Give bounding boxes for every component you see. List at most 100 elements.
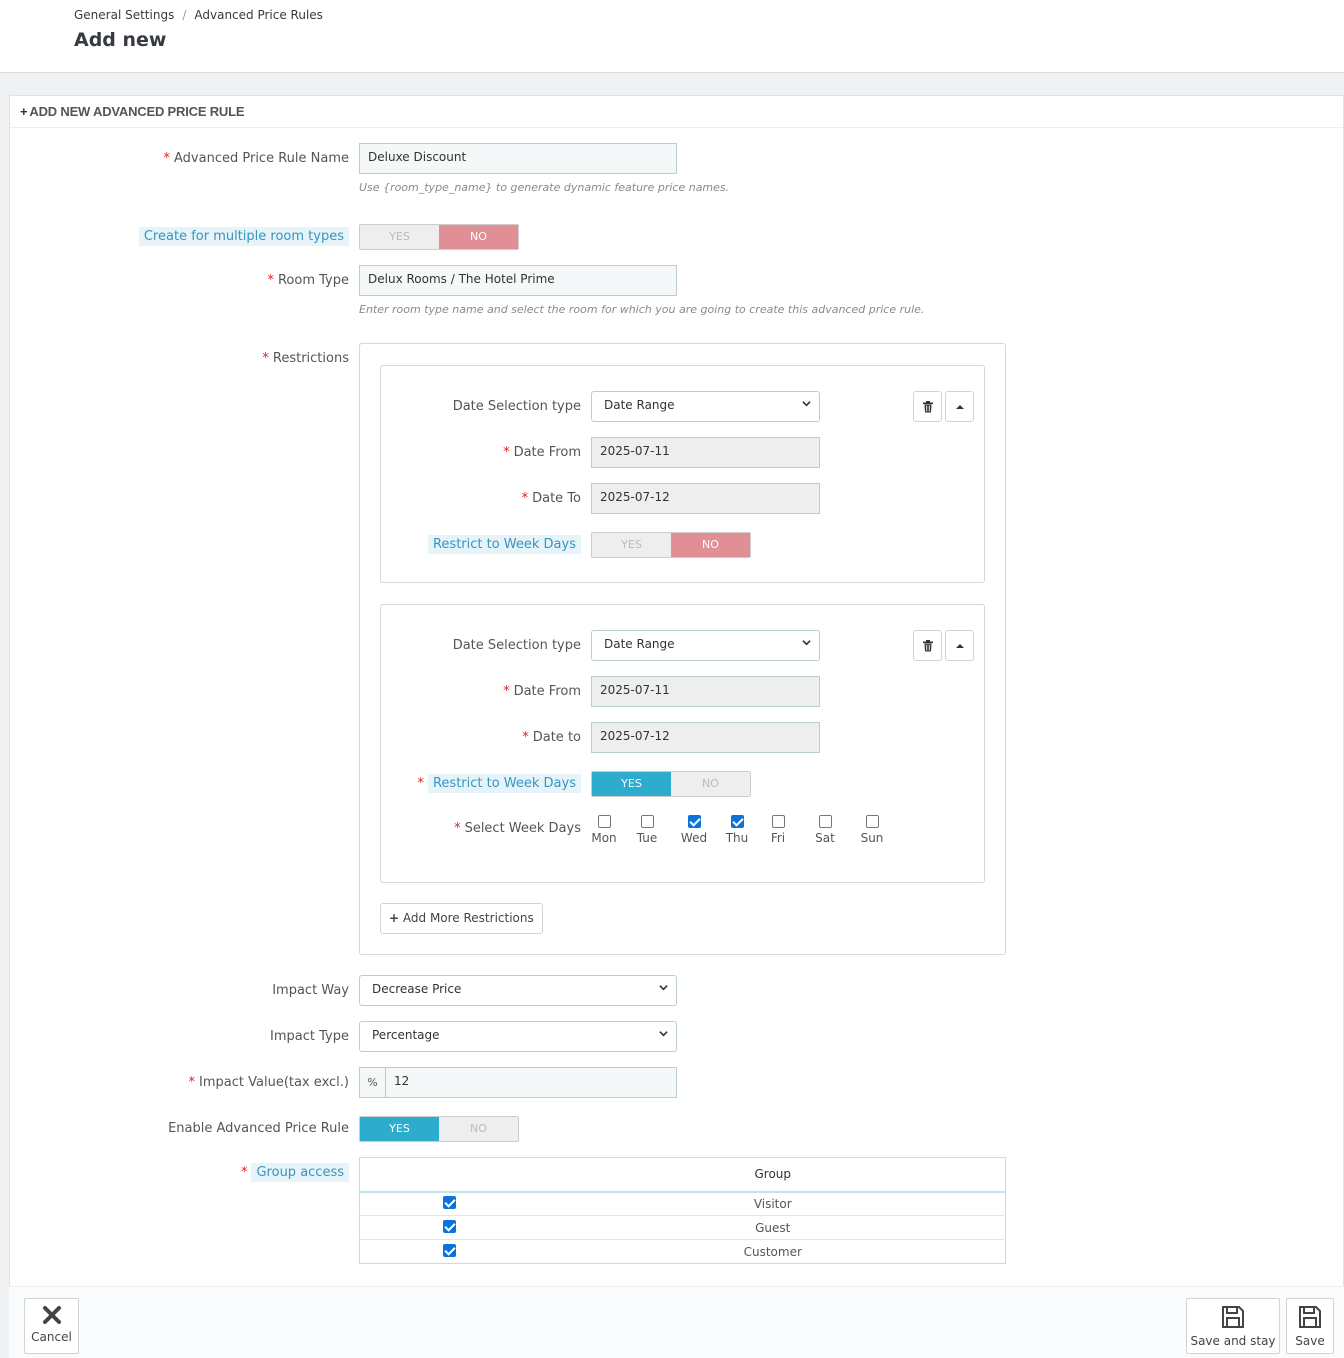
impact-way-label: Impact Way	[272, 983, 349, 998]
impact-value-label: * Impact Value(tax excl.)	[188, 1075, 349, 1090]
date-from-label: * Date From	[503, 684, 581, 699]
floppy-disk-icon	[1299, 1306, 1321, 1328]
weekday-mon[interactable]: Mon	[584, 815, 624, 845]
switch-no[interactable]: NO	[671, 533, 750, 557]
weekday-checkbox[interactable]	[771, 815, 785, 828]
weekday-sun[interactable]: Sun	[852, 815, 892, 845]
panel-footer: Cancel Save and stay Save	[9, 1286, 1344, 1358]
group-checkbox-customer[interactable]	[443, 1243, 457, 1257]
switch-no[interactable]: NO	[439, 225, 518, 249]
switch-no[interactable]: NO	[439, 1117, 518, 1141]
group-checkbox-visitor[interactable]	[443, 1195, 457, 1209]
caret-up-icon	[956, 405, 964, 409]
rule-name-label: * Advanced Price Rule Name	[163, 151, 349, 166]
switch-yes[interactable]: YES	[360, 225, 439, 249]
date-to-label: * Date to	[522, 730, 581, 745]
restrict-week-days-switch[interactable]: YES NO	[591, 532, 751, 558]
weekday-checkbox[interactable]	[640, 815, 654, 828]
impact-way-select[interactable]: Decrease Price	[359, 975, 677, 1006]
date-from-label: * Date From	[503, 445, 581, 460]
group-name: Guest	[540, 1215, 1006, 1240]
trash-icon	[923, 640, 933, 652]
breadcrumb-advanced-price-rules[interactable]: Advanced Price Rules	[194, 8, 323, 22]
impact-type-select[interactable]: Percentage	[359, 1021, 677, 1052]
impact-type-label: Impact Type	[270, 1029, 349, 1044]
date-to-input[interactable]: 2025-07-12	[591, 722, 820, 753]
chevron-down-icon	[802, 640, 811, 646]
delete-restriction-button[interactable]	[913, 391, 942, 422]
plus-icon: +	[20, 104, 28, 119]
room-type-input[interactable]: Delux Rooms / The Hotel Prime	[359, 265, 677, 296]
percent-addon: %	[359, 1067, 386, 1098]
date-selection-type-select[interactable]: Date Range	[591, 391, 820, 422]
breadcrumb-general-settings[interactable]: General Settings	[74, 8, 174, 22]
group-access-table: Group Visitor Guest Customer	[359, 1157, 1006, 1264]
switch-yes[interactable]: YES	[592, 533, 671, 557]
rule-name-input[interactable]: Deluxe Discount	[359, 143, 677, 174]
table-row: Guest	[359, 1215, 1006, 1240]
multiple-room-types-switch[interactable]: YES NO	[359, 224, 519, 250]
restriction-block-1: Date Selection type Date Range * Date Fro…	[380, 365, 985, 583]
save-button[interactable]: Save	[1286, 1298, 1334, 1354]
date-from-input[interactable]: 2025-07-11	[591, 437, 820, 468]
save-and-stay-button[interactable]: Save and stay	[1186, 1298, 1280, 1354]
chevron-down-icon	[659, 1031, 668, 1037]
group-name: Customer	[540, 1239, 1006, 1264]
date-to-label: * Date To	[521, 491, 581, 506]
breadcrumb: General Settings / Advanced Price Rules	[74, 8, 323, 22]
table-header-row: Group	[359, 1157, 1006, 1193]
restrict-week-days-label: Restrict to Week Days	[427, 535, 581, 554]
weekday-fri[interactable]: Fri	[758, 815, 798, 845]
table-row: Customer	[359, 1239, 1006, 1264]
group-name: Visitor	[540, 1191, 1006, 1216]
plus-icon: +	[389, 911, 400, 925]
weekday-checkbox[interactable]	[597, 815, 611, 828]
group-checkbox-guest[interactable]	[443, 1219, 457, 1233]
add-more-restrictions-button[interactable]: + Add More Restrictions	[380, 903, 543, 934]
group-access-label: * Group access	[241, 1163, 349, 1182]
enable-rule-switch[interactable]: YES NO	[359, 1116, 519, 1142]
collapse-restriction-button[interactable]	[945, 391, 974, 422]
room-type-help: Enter room type name and select the room…	[359, 303, 925, 316]
trash-icon	[923, 401, 933, 413]
panel-heading-label: ADD NEW ADVANCED PRICE RULE	[29, 104, 245, 119]
weekday-thu[interactable]: Thu	[717, 815, 757, 845]
switch-yes[interactable]: YES	[360, 1117, 439, 1141]
switch-yes[interactable]: YES	[592, 772, 671, 796]
rule-name-help: Use {room_type_name} to generate dynamic…	[359, 181, 730, 194]
header-group: Group	[540, 1157, 1006, 1193]
weekday-checkbox[interactable]	[730, 815, 744, 828]
switch-no[interactable]: NO	[671, 772, 750, 796]
cancel-button[interactable]: Cancel	[24, 1298, 79, 1354]
restrict-week-days-switch[interactable]: YES NO	[591, 771, 751, 797]
room-type-label: * Room Type	[267, 273, 349, 288]
restriction-block-2: Date Selection type Date Range * Date Fro…	[380, 604, 985, 883]
weekday-tue[interactable]: Tue	[627, 815, 667, 845]
date-to-input[interactable]: 2025-07-12	[591, 483, 820, 514]
weekday-checkbox[interactable]	[687, 815, 701, 828]
weekday-checkbox[interactable]	[818, 815, 832, 828]
table-row: Visitor	[359, 1191, 1006, 1216]
multiple-room-types-label: Create for multiple room types	[138, 227, 349, 246]
weekday-checkbox[interactable]	[865, 815, 879, 828]
date-selection-type-select[interactable]: Date Range	[591, 630, 820, 661]
panel-heading: + ADD NEW ADVANCED PRICE RULE	[10, 96, 1343, 128]
floppy-disk-icon	[1222, 1306, 1244, 1328]
date-from-input[interactable]: 2025-07-11	[591, 676, 820, 707]
breadcrumb-separator: /	[182, 8, 187, 22]
date-selection-type-label: Date Selection type	[452, 399, 581, 414]
delete-restriction-button[interactable]	[913, 630, 942, 661]
restrictions-container: Date Selection type Date Range * Date Fro…	[359, 343, 1006, 955]
date-selection-type-label: Date Selection type	[452, 638, 581, 653]
restrict-week-days-label: * Restrict to Week Days	[417, 774, 581, 793]
chevron-down-icon	[659, 985, 668, 991]
page-title: Add new	[74, 29, 167, 51]
close-icon	[42, 1306, 61, 1324]
weekday-sat[interactable]: Sat	[805, 815, 845, 845]
header-checkbox-column	[359, 1157, 541, 1193]
impact-value-input[interactable]: 12	[385, 1067, 677, 1098]
weekday-wed[interactable]: Wed	[674, 815, 714, 845]
collapse-restriction-button[interactable]	[945, 630, 974, 661]
caret-up-icon	[956, 644, 964, 648]
chevron-down-icon	[802, 401, 811, 407]
